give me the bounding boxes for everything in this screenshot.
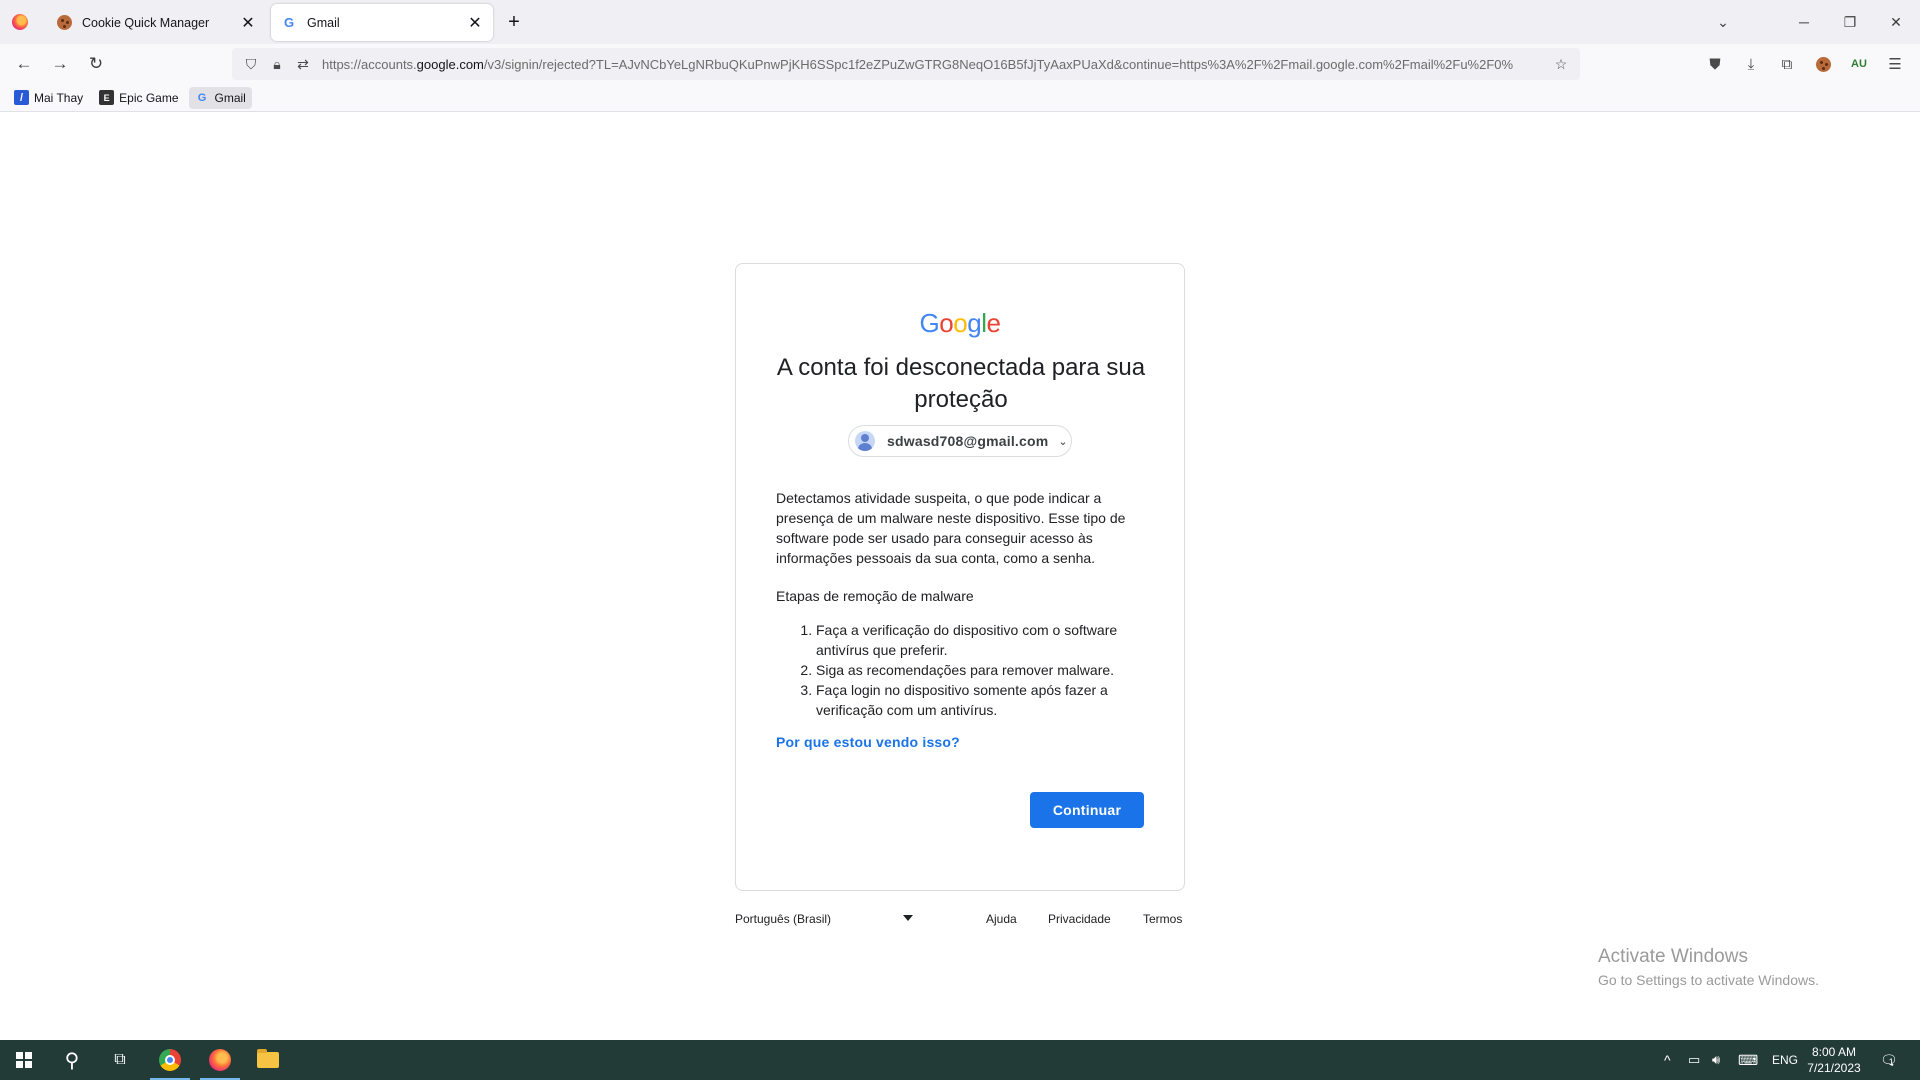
minimize-button[interactable]: ─ <box>1790 8 1818 36</box>
account-chooser[interactable]: sdwasd708@gmail.com ⌄ <box>848 425 1072 457</box>
list-item: Faça login no dispositivo somente após f… <box>816 680 1146 720</box>
clock-time: 8:00 AM <box>1811 1045 1857 1059</box>
watermark-subtitle: Go to Settings to activate Windows. <box>1598 972 1819 988</box>
watermark-title: Activate Windows <box>1598 946 1748 967</box>
caret-down-icon <box>903 915 913 921</box>
system-clock[interactable]: 8:00 AM 7/21/2023 <box>1800 1044 1868 1076</box>
language-label: Português (Brasil) <box>735 912 832 926</box>
page-title: A conta foi desconectada para sua proteç… <box>776 354 1146 413</box>
hamburger-menu-icon[interactable]: ☰ <box>1883 52 1907 76</box>
tab-title: Cookie Quick Manager <box>82 15 210 30</box>
steps-list: Faça a verificação do dispositivo com o … <box>816 620 1146 720</box>
help-link[interactable]: Ajuda <box>986 912 1017 926</box>
start-button[interactable] <box>0 1040 48 1080</box>
bookmark-label: Mai Thay <box>34 90 84 105</box>
notifications-icon[interactable]: 🗨︎ 1 <box>1880 1040 1898 1080</box>
lock-icon[interactable]: 🔒︎ <box>264 56 290 73</box>
file-explorer-icon[interactable] <box>244 1040 292 1080</box>
windows-icon <box>16 1052 32 1068</box>
reload-button[interactable]: ↻ <box>82 50 110 78</box>
privacy-link[interactable]: Privacidade <box>1048 912 1111 926</box>
task-view-icon[interactable]: ⧉ <box>96 1040 144 1080</box>
bookmarks-toolbar: / Mai Thay E Epic Game G Gmail <box>0 84 1920 112</box>
why-am-i-seeing-this-link[interactable]: Por que estou vendo isso? <box>776 734 960 750</box>
list-item: Faça a verificação do dispositivo com o … <box>816 620 1146 660</box>
continue-button[interactable]: Continuar <box>1030 792 1144 828</box>
firefox-menu-icon[interactable] <box>12 14 28 30</box>
restore-button[interactable]: ❐ <box>1836 8 1864 36</box>
close-tab-icon[interactable]: ✕ <box>463 11 487 35</box>
chevron-down-icon: ⌄ <box>1058 435 1068 448</box>
epic-icon: E <box>99 90 115 105</box>
list-item: Siga as recomendações para remover malwa… <box>816 660 1146 680</box>
google-g-icon: G <box>283 15 295 30</box>
clock-date: 7/21/2023 <box>1807 1061 1861 1075</box>
keyboard-icon[interactable]: ⌨ <box>1738 1040 1758 1080</box>
bookmark-label: Epic Game <box>119 90 179 105</box>
permissions-icon[interactable]: ⇄ <box>290 56 316 73</box>
warning-text: Detectamos atividade suspeita, o que pod… <box>776 490 1126 566</box>
close-window-button[interactable]: ✕ <box>1882 8 1910 36</box>
google-g-icon: G <box>197 91 207 104</box>
bookmark-label: Gmail <box>214 90 246 105</box>
chrome-taskbar-icon[interactable] <box>146 1040 194 1080</box>
tab-bar: Cookie Quick Manager ✕ G Gmail ✕ + ⌄ ─ ❐… <box>0 0 1920 44</box>
extensions-icon[interactable]: ⧉ <box>1775 52 1799 76</box>
back-button[interactable]: ← <box>10 50 38 78</box>
auto-update-extension-icon[interactable]: AU <box>1847 52 1871 76</box>
address-bar[interactable]: ⛉ 🔒︎ ⇄ https://accounts.google.com/v3/si… <box>232 48 1580 80</box>
bookmark-gmail[interactable]: G Gmail <box>188 86 252 109</box>
slash-icon: / <box>14 90 29 105</box>
google-logo: Google <box>919 308 1001 338</box>
tab-cookie-quick-manager[interactable]: Cookie Quick Manager ✕ <box>46 4 266 41</box>
terms-link[interactable]: Termos <box>1143 912 1182 926</box>
page-footer: Português (Brasil) Ajuda Privacidade Ter… <box>735 912 1185 932</box>
firefox-taskbar-icon[interactable] <box>196 1040 244 1080</box>
downloads-icon[interactable]: ⤓ <box>1739 52 1763 76</box>
language-select[interactable]: Português (Brasil) <box>735 912 913 926</box>
tab-title: Gmail <box>307 15 340 30</box>
avatar <box>855 431 875 451</box>
list-all-tabs-icon[interactable]: ⌄ <box>1709 8 1737 36</box>
bookmark-epic-game[interactable]: E Epic Game <box>93 87 184 109</box>
cookie-icon <box>56 15 72 31</box>
steps-title: Etapas de remoção de malware <box>776 588 974 604</box>
navigation-toolbar: ← → ↻ ⛉ 🔒︎ ⇄ https://accounts.google.com… <box>0 44 1920 84</box>
notification-count: 1 <box>1888 1057 1894 1067</box>
account-email: sdwasd708@gmail.com <box>887 433 1049 449</box>
close-tab-icon[interactable]: ✕ <box>236 11 260 35</box>
input-language[interactable]: ENG <box>1772 1040 1798 1080</box>
activate-windows-watermark: Activate Windows Go to Settings to activ… <box>1598 946 1819 988</box>
network-icon[interactable]: ▭ <box>1688 1040 1700 1080</box>
volume-icon[interactable]: 🔊︎ <box>1712 1040 1720 1080</box>
bookmark-mai-thay[interactable]: / Mai Thay <box>8 87 89 109</box>
cookie-extension-icon[interactable] <box>1811 52 1835 76</box>
show-hidden-icons-icon[interactable]: ^ <box>1664 1040 1671 1080</box>
tab-gmail[interactable]: G Gmail ✕ <box>271 4 493 41</box>
search-icon[interactable]: ⚲ <box>48 1040 96 1080</box>
bookmark-star-icon[interactable]: ☆ <box>1548 56 1574 73</box>
url-text[interactable]: https://accounts.google.com/v3/signin/re… <box>322 57 1548 72</box>
pocket-icon[interactable]: ⛊ <box>1703 52 1727 76</box>
new-tab-button[interactable]: + <box>502 10 526 34</box>
forward-button[interactable]: → <box>46 50 74 78</box>
signin-card: Google A conta foi desconectada para sua… <box>735 263 1185 891</box>
windows-taskbar: ⚲ ⧉ ^ ▭ 🔊︎ ⌨ ENG 8:00 AM 7/21/2023 🗨︎ 1 <box>0 1040 1920 1080</box>
tracking-protection-icon[interactable]: ⛉ <box>238 56 264 73</box>
